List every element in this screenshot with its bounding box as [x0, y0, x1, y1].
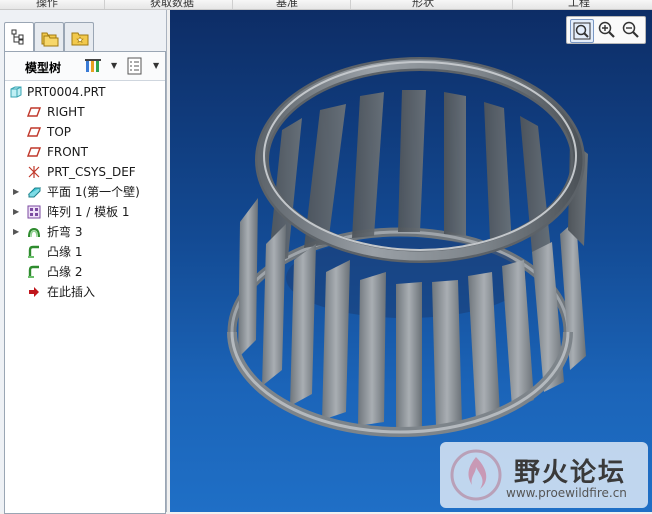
watermark-url: www.proewildfire.cn [506, 486, 627, 500]
ribbon-group-operations: 操作 [36, 0, 58, 9]
favorites-tab[interactable] [64, 22, 94, 51]
expand-arrow-icon[interactable]: ▶ [13, 223, 23, 241]
tree-item-flange-2[interactable]: 凸缘 2 [5, 263, 165, 281]
tree-item-flat-wall[interactable]: ▶ 平面 1(第一个壁) [5, 183, 165, 201]
model-tree-tab-icon [11, 29, 24, 45]
tree-item-bend[interactable]: ▶ 折弯 3 [5, 223, 165, 241]
tree-item-pattern[interactable]: ▶ 阵列 1 / 模板 1 [5, 203, 165, 221]
favorites-folder-icon [71, 32, 89, 46]
tree-item-right-plane[interactable]: RIGHT [5, 103, 165, 121]
zoom-in-button[interactable] [595, 19, 617, 41]
show-options-button[interactable] [125, 56, 145, 76]
zoom-out-icon [622, 21, 639, 38]
navigator-panel: 模型树 ▼ ▼ PRT0004.PRT RIGHT TOP FRONT PRT_… [0, 10, 167, 514]
datum-plane-icon [27, 127, 41, 137]
tree-item-insert-here[interactable]: 在此插入 [5, 283, 165, 301]
chevron-down-icon[interactable]: ▼ [111, 61, 117, 70]
ribbon-group-get-data: 获取数据 [150, 0, 194, 9]
model-tree-header: 模型树 ▼ ▼ [5, 52, 165, 81]
tree-item-flange-1[interactable]: 凸缘 1 [5, 243, 165, 261]
part-icon [10, 86, 22, 98]
model-tree: 模型树 ▼ ▼ PRT0004.PRT RIGHT TOP FRONT PRT_… [4, 51, 166, 514]
graphics-viewport[interactable]: 野火论坛 www.proewildfire.cn [170, 10, 652, 512]
tree-item-top-plane[interactable]: TOP [5, 123, 165, 141]
model-tree-tab[interactable] [4, 22, 34, 52]
zoom-out-button[interactable] [619, 19, 641, 41]
zoom-fit-icon [573, 22, 591, 40]
expand-arrow-icon[interactable]: ▶ [13, 203, 23, 221]
ribbon-group-datum: 基准 [276, 0, 298, 9]
expand-arrow-icon[interactable]: ▶ [13, 183, 23, 201]
ribbon-group-engineering: 工程 [568, 0, 590, 9]
datum-plane-icon [27, 147, 41, 157]
csys-icon [28, 166, 40, 178]
tools-icon [85, 59, 101, 72]
zoom-fit-button[interactable] [570, 19, 594, 43]
zoom-in-icon [598, 21, 615, 38]
ribbon-group-labels: 操作 获取数据 基准 形状 工程 [0, 0, 652, 10]
flange-icon [28, 245, 39, 258]
flat-wall-icon [27, 187, 41, 198]
folder-browser-icon [41, 32, 59, 47]
model-tree-title: 模型树 [25, 61, 62, 75]
watermark-title: 野火论坛 [514, 458, 627, 488]
cage-model [227, 57, 588, 437]
tree-item-part[interactable]: PRT0004.PRT [5, 83, 165, 101]
folder-browser-tab[interactable] [34, 22, 64, 51]
tree-settings-button[interactable] [83, 56, 103, 76]
pattern-icon [27, 205, 41, 219]
view-toolbar [566, 16, 646, 44]
tree-item-csys[interactable]: PRT_CSYS_DEF [5, 163, 165, 181]
insert-here-arrow-icon [29, 287, 39, 297]
datum-plane-icon [27, 107, 41, 117]
tree-item-front-plane[interactable]: FRONT [5, 143, 165, 161]
forum-watermark: 野火论坛 www.proewildfire.cn [440, 442, 648, 508]
flange-icon [28, 265, 39, 278]
chevron-down-icon[interactable]: ▼ [153, 61, 159, 70]
flame-logo-icon [450, 449, 502, 501]
list-options-icon [127, 57, 142, 75]
ribbon-group-shapes: 形状 [412, 0, 434, 9]
bend-icon [28, 227, 40, 238]
